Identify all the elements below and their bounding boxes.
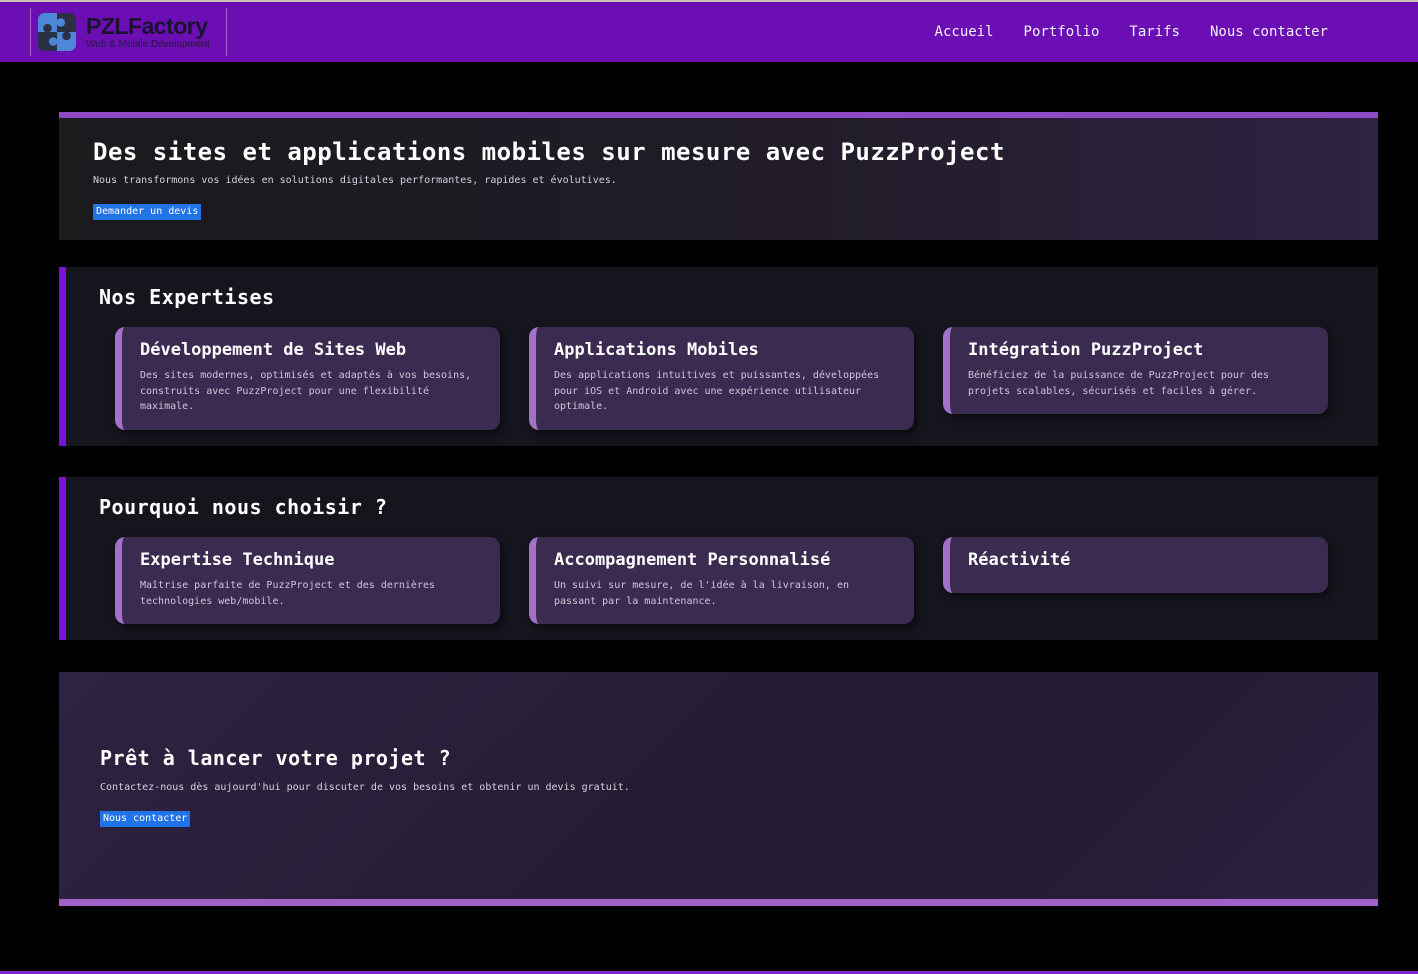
- page-content: Des sites et applications mobiles sur me…: [59, 112, 1378, 906]
- card-mobile-apps: Applications Mobiles Des applications in…: [529, 327, 914, 430]
- navbar: PZLFactory Web & Mobile Development Accu…: [0, 2, 1418, 62]
- card-personalized-support: Accompagnement Personnalisé Un suivi sur…: [529, 537, 914, 624]
- why-us-cards: Expertise Technique Maîtrise parfaite de…: [115, 537, 1328, 624]
- why-us-section: Pourquoi nous choisir ? Expertise Techni…: [59, 477, 1378, 640]
- puzzle-logo-icon: [38, 13, 76, 51]
- card-title: Applications Mobiles: [554, 340, 896, 360]
- expertises-heading: Nos Expertises: [99, 285, 1328, 309]
- logo-title: PZLFactory: [86, 15, 210, 38]
- why-us-heading: Pourquoi nous choisir ?: [99, 495, 1328, 519]
- card-description: Maîtrise parfaite de PuzzProject et des …: [140, 578, 482, 609]
- card-technical-expertise: Expertise Technique Maîtrise parfaite de…: [115, 537, 500, 624]
- nav-links: Accueil Portfolio Tarifs Nous contacter: [935, 24, 1328, 40]
- card-title: Développement de Sites Web: [140, 340, 482, 360]
- expertises-section: Nos Expertises Développement de Sites We…: [59, 267, 1378, 446]
- card-web-development: Développement de Sites Web Des sites mod…: [115, 327, 500, 430]
- card-description: Des sites modernes, optimisés et adaptés…: [140, 368, 482, 415]
- nav-link-accueil[interactable]: Accueil: [935, 24, 994, 40]
- card-reactivity: Réactivité: [943, 537, 1328, 593]
- card-title: Expertise Technique: [140, 550, 482, 570]
- card-description: Des applications intuitives et puissante…: [554, 368, 896, 415]
- card-description: Un suivi sur mesure, de l'idée à la livr…: [554, 578, 896, 609]
- card-title: Accompagnement Personnalisé: [554, 550, 896, 570]
- card-puzzproject-integration: Intégration PuzzProject Bénéficiez de la…: [943, 327, 1328, 414]
- nav-link-tarifs[interactable]: Tarifs: [1129, 24, 1180, 40]
- cta-heading: Prêt à lancer votre projet ?: [100, 746, 1378, 770]
- logo[interactable]: PZLFactory Web & Mobile Development: [30, 8, 227, 56]
- nav-link-portfolio[interactable]: Portfolio: [1024, 24, 1100, 40]
- hero-title: Des sites et applications mobiles sur me…: [93, 138, 1344, 167]
- contact-us-link[interactable]: Nous contacter: [100, 811, 190, 827]
- cta-section: Prêt à lancer votre projet ? Contactez-n…: [59, 672, 1378, 906]
- cta-text: Contactez-nous dès aujourd'hui pour disc…: [100, 782, 1378, 794]
- card-title: Intégration PuzzProject: [968, 340, 1310, 360]
- expertises-cards: Développement de Sites Web Des sites mod…: [115, 327, 1328, 430]
- hero-section: Des sites et applications mobiles sur me…: [59, 112, 1378, 240]
- card-description: Bénéficiez de la puissance de PuzzProjec…: [968, 368, 1310, 399]
- logo-subtitle: Web & Mobile Development: [86, 40, 210, 50]
- card-title: Réactivité: [968, 550, 1310, 570]
- request-quote-link[interactable]: Demander un devis: [93, 204, 201, 220]
- nav-link-nous-contacter[interactable]: Nous contacter: [1210, 24, 1328, 40]
- hero-subtitle: Nous transformons vos idées en solutions…: [93, 175, 1344, 187]
